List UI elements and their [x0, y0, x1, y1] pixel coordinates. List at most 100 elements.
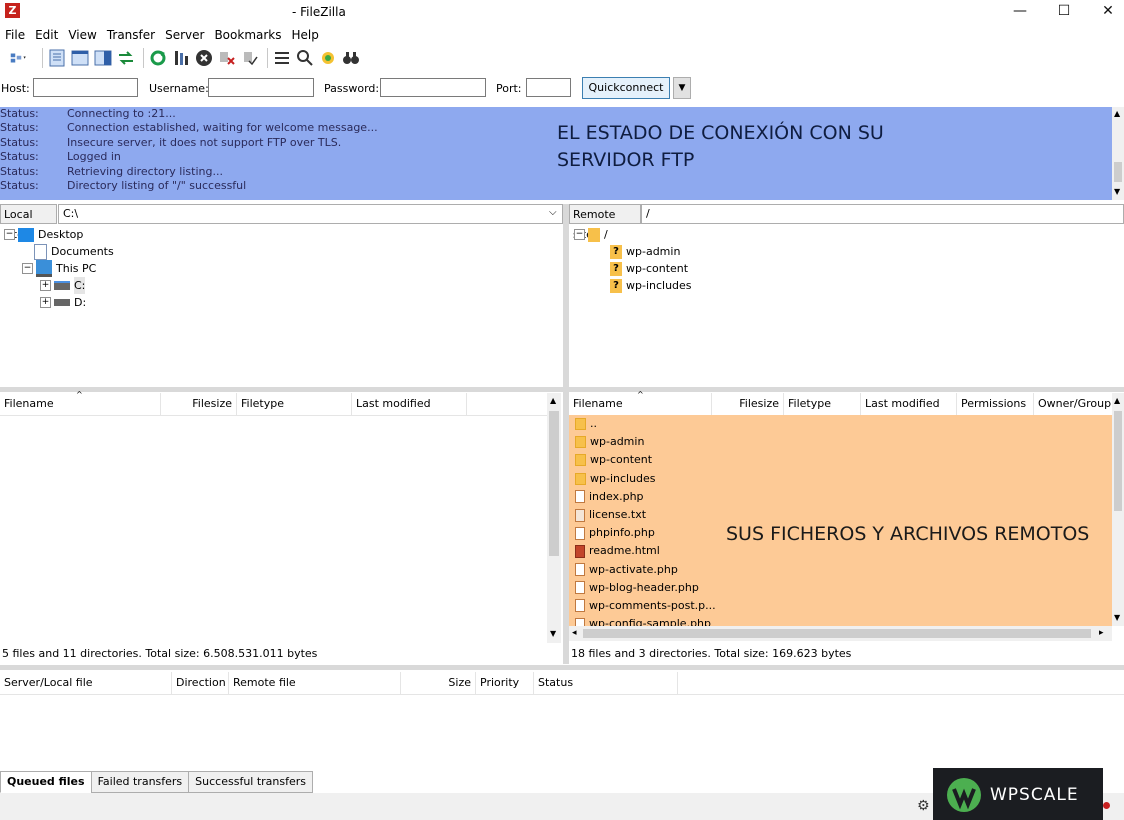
- log-scrollbar[interactable]: ▲ ▼: [1112, 107, 1124, 200]
- collapse-icon[interactable]: −: [22, 263, 33, 274]
- quickconnect-button[interactable]: Quickconnect: [582, 77, 670, 99]
- tree-list-splitter[interactable]: [0, 387, 1124, 392]
- scroll-down-icon[interactable]: ▼: [1114, 613, 1120, 622]
- port-input[interactable]: [526, 78, 571, 97]
- local-list-scrollbar[interactable]: ▲ ▼: [547, 393, 561, 643]
- tab-successful-transfers[interactable]: Successful transfers: [188, 771, 314, 793]
- host-label: Host:: [1, 82, 30, 95]
- scroll-up-icon[interactable]: ▲: [1114, 109, 1120, 118]
- reconnect-icon[interactable]: [240, 48, 260, 68]
- local-path-dropdown-icon[interactable]: ⌵: [549, 207, 557, 218]
- list-item[interactable]: wp-admin: [569, 433, 1112, 451]
- column-filetype[interactable]: Filetype: [237, 393, 352, 415]
- scroll-down-icon[interactable]: ▼: [1114, 187, 1120, 196]
- remote-list-vscrollbar[interactable]: ▲ ▼: [1112, 393, 1124, 626]
- list-item[interactable]: license.txt: [569, 506, 1112, 524]
- password-input[interactable]: [380, 78, 486, 97]
- scroll-left-icon[interactable]: ◂: [572, 628, 577, 638]
- gear-icon[interactable]: ⚙: [917, 798, 930, 814]
- text-file-icon: [575, 508, 585, 522]
- tree-item-root[interactable]: − /: [574, 226, 1119, 243]
- column-filesize[interactable]: Filesize: [161, 393, 237, 415]
- list-item[interactable]: wp-config-sample.php: [569, 615, 1112, 626]
- column-permissions[interactable]: Permissions: [957, 393, 1034, 415]
- column-status[interactable]: Status: [534, 672, 678, 694]
- menu-server[interactable]: Server: [160, 26, 209, 44]
- tab-queued-files[interactable]: Queued files: [0, 771, 92, 793]
- remote-site-path[interactable]: /: [641, 204, 1124, 224]
- tab-failed-transfers[interactable]: Failed transfers: [90, 771, 190, 793]
- host-input[interactable]: [33, 78, 138, 97]
- tree-item-d-drive[interactable]: + D:: [4, 294, 560, 311]
- folder-icon: [588, 227, 600, 242]
- toggle-message-log-icon[interactable]: [47, 48, 67, 68]
- list-item[interactable]: readme.html: [569, 542, 1112, 560]
- menu-file[interactable]: File: [0, 26, 30, 44]
- menu-view[interactable]: View: [63, 26, 101, 44]
- maximize-button[interactable]: ☐: [1042, 0, 1086, 24]
- column-filetype[interactable]: Filetype: [784, 393, 861, 415]
- local-scroll-thumb[interactable]: [549, 411, 559, 556]
- menu-transfer[interactable]: Transfer: [102, 26, 160, 44]
- remote-hscroll-thumb[interactable]: [583, 629, 1091, 638]
- process-queue-icon[interactable]: [171, 48, 191, 68]
- collapse-icon[interactable]: −: [4, 229, 15, 240]
- toggle-transfer-queue-icon[interactable]: [116, 48, 136, 68]
- scroll-right-icon[interactable]: ▸: [1099, 628, 1104, 638]
- tree-label: wp-content: [626, 262, 689, 275]
- tree-item-wp-includes[interactable]: ? wp-includes: [574, 277, 1119, 294]
- menu-help[interactable]: Help: [287, 26, 324, 44]
- list-item[interactable]: wp-activate.php: [569, 561, 1112, 579]
- file-name: wp-admin: [590, 435, 645, 449]
- list-item[interactable]: wp-comments-post.p...: [569, 597, 1112, 615]
- column-server-local-file[interactable]: Server/Local file: [0, 672, 172, 694]
- remote-list-hscrollbar[interactable]: ◂ ▸: [569, 626, 1112, 641]
- column-owner-group[interactable]: Owner/Group: [1034, 393, 1112, 415]
- column-remote-file[interactable]: Remote file: [229, 672, 401, 694]
- synchronized-browsing-icon[interactable]: [318, 48, 338, 68]
- tree-item-documents[interactable]: Documents: [4, 243, 560, 260]
- expand-icon[interactable]: +: [40, 280, 51, 291]
- tree-item-this-pc[interactable]: − This PC: [4, 260, 560, 277]
- menu-edit[interactable]: Edit: [30, 26, 63, 44]
- site-manager-icon[interactable]: [3, 48, 35, 68]
- tree-item-wp-admin[interactable]: ? wp-admin: [574, 243, 1119, 260]
- minimize-button[interactable]: —: [998, 0, 1042, 24]
- compare-directories-icon[interactable]: [295, 48, 315, 68]
- directory-listing-filters-icon[interactable]: [272, 48, 292, 68]
- local-directory-tree: − Desktop Documents − This PC + C: + D:: [4, 226, 560, 386]
- refresh-icon[interactable]: [148, 48, 168, 68]
- column-priority[interactable]: Priority: [476, 672, 534, 694]
- cancel-operation-icon[interactable]: [194, 48, 214, 68]
- column-direction[interactable]: Direction: [172, 672, 229, 694]
- expand-icon[interactable]: +: [40, 297, 51, 308]
- tree-item-wp-content[interactable]: ? wp-content: [574, 260, 1119, 277]
- tree-item-c-drive[interactable]: + C:: [4, 277, 560, 294]
- scroll-up-icon[interactable]: ▲: [1114, 396, 1120, 405]
- search-remote-files-icon[interactable]: [341, 48, 361, 68]
- disconnect-icon[interactable]: [217, 48, 237, 68]
- tree-item-desktop[interactable]: − Desktop: [4, 226, 560, 243]
- list-item-parent[interactable]: ..: [569, 415, 1112, 433]
- list-item[interactable]: wp-content: [569, 451, 1112, 469]
- collapse-icon[interactable]: −: [574, 229, 585, 240]
- queue-splitter[interactable]: [0, 665, 1124, 670]
- list-item[interactable]: wp-blog-header.php: [569, 579, 1112, 597]
- toggle-local-tree-icon[interactable]: [70, 48, 90, 68]
- remote-scroll-thumb[interactable]: [1114, 411, 1122, 511]
- toggle-remote-tree-icon[interactable]: [93, 48, 113, 68]
- scroll-down-icon[interactable]: ▼: [550, 629, 556, 638]
- quickconnect-dropdown-icon[interactable]: ▼: [673, 77, 691, 99]
- menu-bookmarks[interactable]: Bookmarks: [209, 26, 286, 44]
- log-scroll-thumb[interactable]: [1114, 162, 1122, 182]
- column-filesize[interactable]: Filesize: [712, 393, 784, 415]
- list-item[interactable]: wp-includes: [569, 470, 1112, 488]
- scroll-up-icon[interactable]: ▲: [550, 396, 556, 405]
- local-site-path[interactable]: C:\: [58, 204, 563, 224]
- username-input[interactable]: [208, 78, 314, 97]
- close-button[interactable]: ✕: [1086, 0, 1124, 24]
- column-last-modified[interactable]: Last modified: [352, 393, 467, 415]
- column-last-modified[interactable]: Last modified: [861, 393, 957, 415]
- column-size[interactable]: Size: [401, 672, 476, 694]
- list-item[interactable]: index.php: [569, 488, 1112, 506]
